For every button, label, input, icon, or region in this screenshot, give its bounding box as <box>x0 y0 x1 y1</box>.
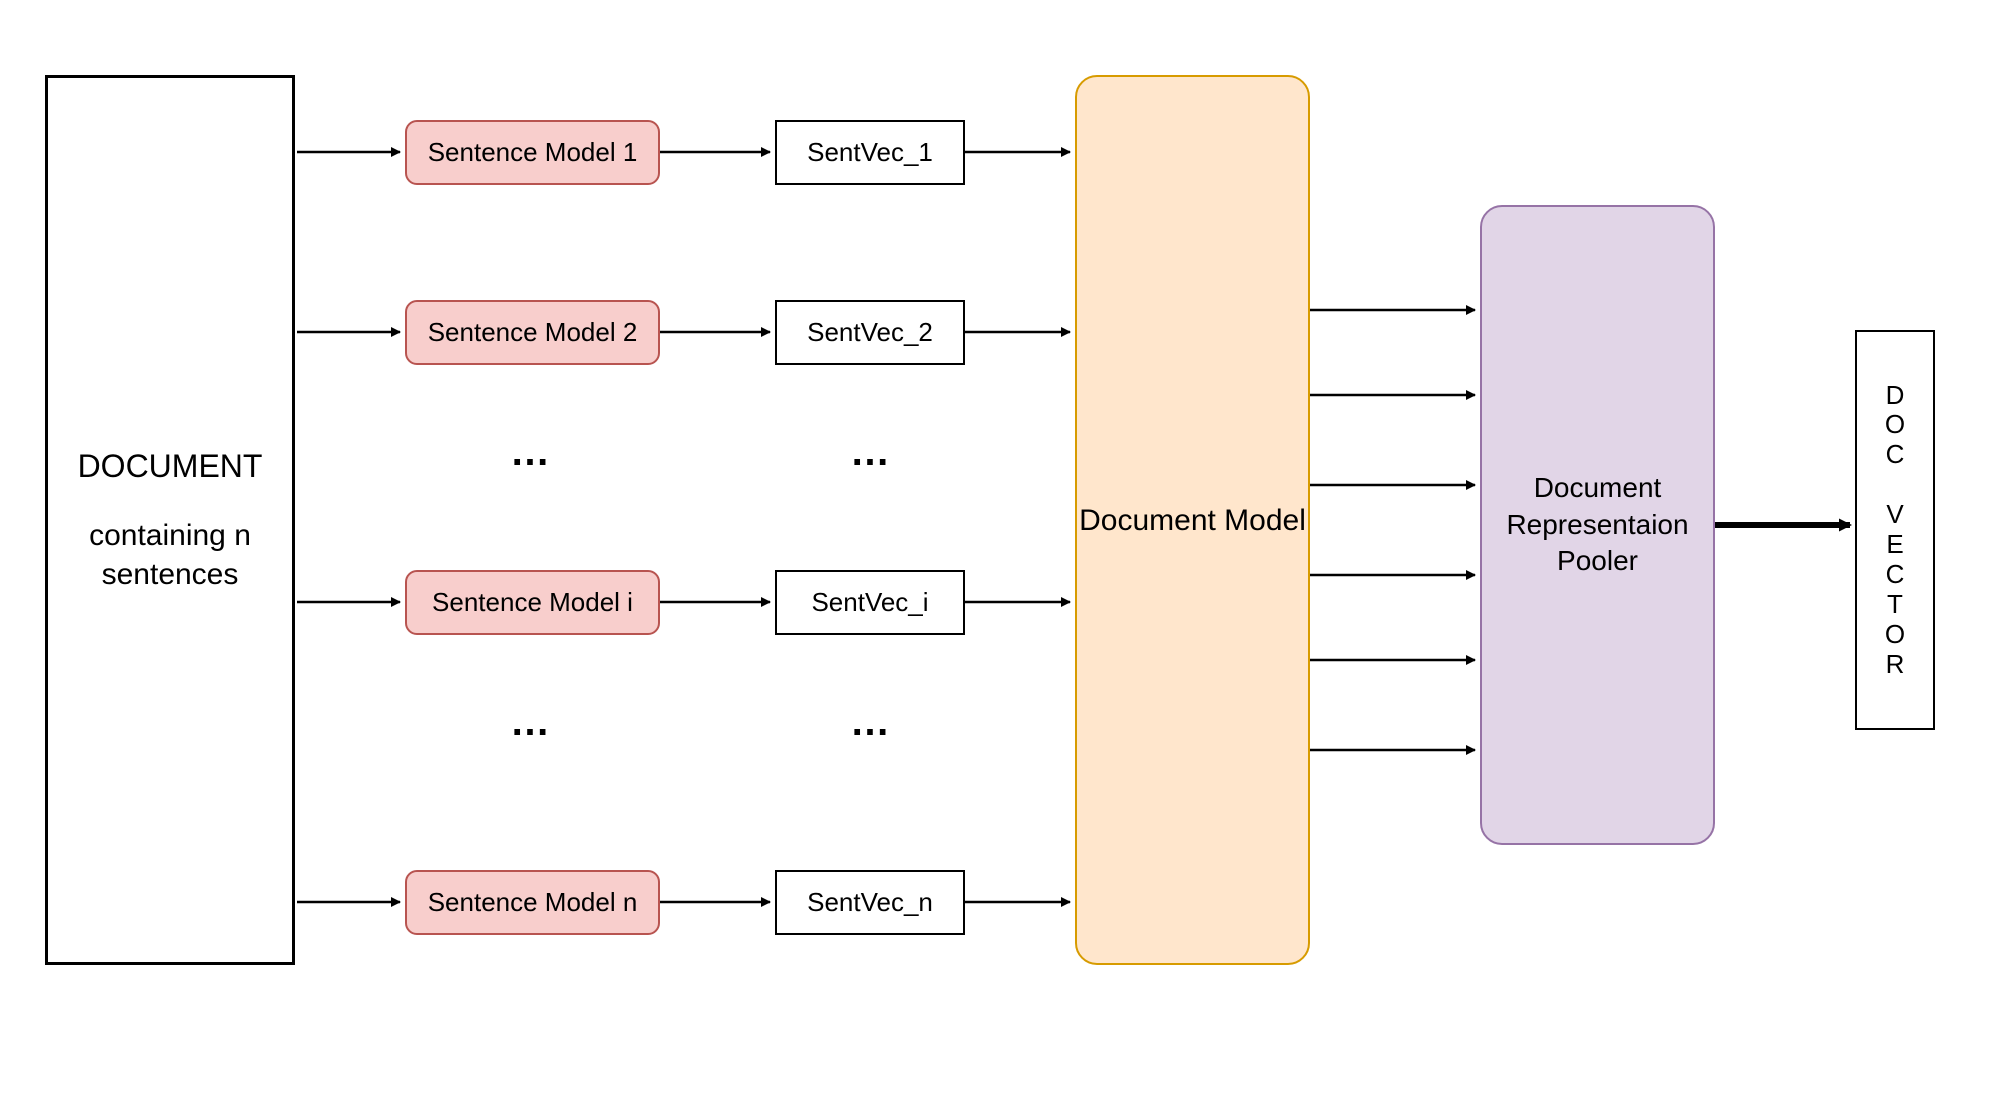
doc-vector-output-box: DOC VECTOR <box>1855 330 1935 730</box>
doc-vector-vertical-text: DOC VECTOR <box>1885 381 1905 680</box>
sentvec-1: SentVec_1 <box>775 120 965 185</box>
ellipsis-models-2: … <box>510 700 550 745</box>
ellipsis-vecs-1: … <box>850 430 890 475</box>
ellipsis-models-1: … <box>510 430 550 475</box>
diagram-canvas: DOCUMENT containing n sentences Sentence… <box>0 0 1990 1100</box>
ellipsis-vecs-2: … <box>850 700 890 745</box>
sentence-model-1: Sentence Model 1 <box>405 120 660 185</box>
sentence-model-n: Sentence Model n <box>405 870 660 935</box>
sentvec-i: SentVec_i <box>775 570 965 635</box>
document-input-box: DOCUMENT containing n sentences <box>45 75 295 965</box>
sentvec-n: SentVec_n <box>775 870 965 935</box>
document-model-box: Document Model <box>1075 75 1310 965</box>
sentvec-2: SentVec_2 <box>775 300 965 365</box>
document-title: DOCUMENT <box>78 446 263 488</box>
sentence-model-2: Sentence Model 2 <box>405 300 660 365</box>
document-representation-pooler-box: Document Representaion Pooler <box>1480 205 1715 845</box>
document-subtitle: containing n sentences <box>48 516 292 594</box>
sentence-model-i: Sentence Model i <box>405 570 660 635</box>
